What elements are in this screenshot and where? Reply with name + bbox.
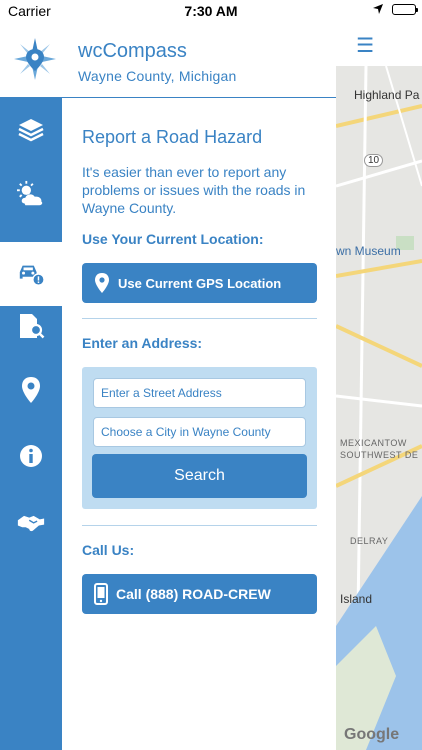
app-title: wcCompass <box>78 40 187 62</box>
call-road-crew-button[interactable]: Call (888) ROAD-CREW <box>82 574 317 614</box>
app-subtitle: Wayne County, Michigan <box>78 68 237 84</box>
compass-logo-icon <box>14 38 56 80</box>
sidebar-item-documents[interactable] <box>0 294 62 358</box>
section-divider <box>82 318 317 319</box>
sidebar <box>0 98 62 750</box>
city-select-input[interactable] <box>93 417 306 447</box>
battery-icon <box>392 3 418 15</box>
map-label-southwest: SOUTHWEST DE <box>340 450 419 460</box>
mobile-phone-icon <box>94 583 108 605</box>
hamburger-menu-icon[interactable]: ☰ <box>356 33 374 58</box>
google-attribution: Google <box>344 726 400 743</box>
sidebar-item-locations[interactable] <box>0 358 62 422</box>
document-search-icon <box>20 314 45 339</box>
report-hazard-panel: Report a Road Hazard It's easier than ev… <box>62 99 336 750</box>
map-marker-icon <box>95 273 109 293</box>
layers-icon <box>18 119 44 142</box>
map-view[interactable]: Highland Pa 10 wn Museum MEXICANTOW SOUT… <box>336 66 422 750</box>
section-divider <box>82 525 317 526</box>
status-bar: Carrier 7:30 AM <box>0 0 422 22</box>
current-location-label: Use Your Current Location: <box>82 231 264 247</box>
car-hazard-icon <box>19 265 45 286</box>
sidebar-item-info[interactable] <box>0 424 62 488</box>
map-label-museum: wn Museum <box>336 244 401 258</box>
handshake-icon <box>17 515 45 532</box>
location-arrow-icon <box>373 4 383 14</box>
sidebar-item-layers[interactable] <box>0 98 62 162</box>
map-label-mexicantown: MEXICANTOW <box>340 438 407 448</box>
sidebar-item-partners[interactable] <box>0 490 62 554</box>
sidebar-item-weather[interactable] <box>0 162 62 226</box>
address-label: Enter an Address: <box>82 335 203 351</box>
search-button[interactable]: Search <box>92 454 307 498</box>
call-button-label: Call (888) ROAD-CREW <box>116 586 271 602</box>
app-header: wcCompass Wayne County, Michigan <box>0 22 336 98</box>
map-label-highland: Highland Pa <box>354 88 420 102</box>
menu-bar: ☰ <box>336 22 422 66</box>
map-label-island: Island <box>340 592 373 606</box>
panel-title: Report a Road Hazard <box>82 127 263 147</box>
status-time: 7:30 AM <box>184 3 238 19</box>
map-label-delray: DELRAY <box>350 536 389 546</box>
panel-description: It's easier than ever to report any prob… <box>82 164 306 216</box>
call-us-label: Call Us: <box>82 542 135 558</box>
info-icon <box>20 445 42 467</box>
address-search-form: Search <box>82 367 317 509</box>
use-gps-location-button[interactable]: Use Current GPS Location <box>82 263 317 303</box>
location-pin-icon <box>22 377 40 403</box>
street-address-input[interactable] <box>93 378 306 408</box>
weather-icon <box>17 180 43 206</box>
gps-button-label: Use Current GPS Location <box>118 275 282 291</box>
map-route-shield: 10 <box>364 154 384 167</box>
map-roads <box>336 66 422 750</box>
